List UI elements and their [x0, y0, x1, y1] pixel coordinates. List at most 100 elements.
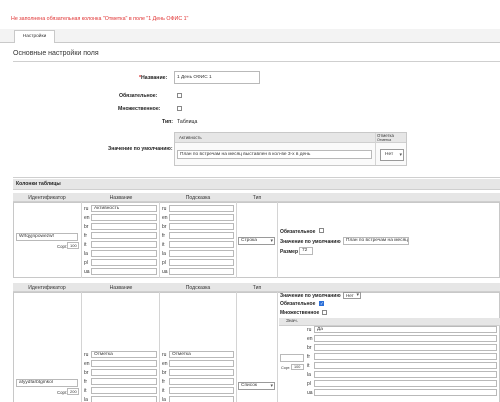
- row2-name-input-fr[interactable]: [91, 378, 157, 385]
- error-message: Не заполнена обязательная колонка "Отмет…: [11, 16, 189, 22]
- multiple-checkbox[interactable]: [177, 106, 182, 111]
- row1-divider-1: [81, 202, 82, 278]
- default-table-header: [175, 133, 406, 143]
- section-title: Основные настройки поля: [13, 50, 99, 57]
- row2-required-label: Обязательное: [280, 301, 316, 307]
- default-activity-input[interactable]: План по встречам на месяц выставлен в ко…: [177, 150, 372, 159]
- row2-hint-input-br[interactable]: [169, 369, 234, 376]
- values-header: [279, 318, 500, 326]
- default-table-divider: [375, 133, 376, 165]
- row1-required-checkbox[interactable]: [319, 228, 324, 233]
- col-header-hint: Подсказка: [185, 195, 211, 201]
- col2-header-identifier: Идентификатор: [28, 285, 66, 291]
- value-sort-input[interactable]: 100: [291, 364, 304, 370]
- name-label: *Название:: [139, 75, 168, 81]
- row2-name-input-ru[interactable]: Отметка: [91, 351, 157, 358]
- row2-hint-input-en[interactable]: [169, 360, 234, 367]
- row2-name-input-br[interactable]: [91, 369, 157, 376]
- row2-divider-3: [236, 292, 237, 402]
- value-input-la[interactable]: [314, 371, 497, 378]
- row1-hint-input-ru[interactable]: [169, 205, 234, 212]
- value-input-en[interactable]: [314, 335, 497, 342]
- row1-identifier-input[interactable]: Wrfqyjnpowezwf: [16, 233, 78, 241]
- row1-name-input-ru[interactable]: Активность: [91, 205, 157, 212]
- row2-divider-2: [159, 292, 160, 402]
- row1-size-input[interactable]: 72: [299, 247, 313, 255]
- multiple-label: Множественное:: [118, 106, 161, 112]
- row1-divider-3: [236, 202, 237, 278]
- row2-multiple-label: Множественное: [280, 310, 320, 316]
- value-sort-label: Сорт.: [281, 366, 291, 370]
- row2-default-select[interactable]: Нет: [343, 292, 361, 299]
- type-value: Таблица: [177, 119, 198, 125]
- col2-header-hint: Подсказка: [185, 285, 211, 291]
- row2-hint-input-fr[interactable]: [169, 378, 234, 385]
- row2-identifier-input[interactable]: afyydfarbtgmkol: [16, 379, 78, 387]
- value-input-br[interactable]: [314, 344, 497, 351]
- columns-section-title: Колонки таблицы: [16, 181, 61, 187]
- row1-default-label: Значение по умолчанию: [280, 239, 341, 245]
- row1-name-input-la[interactable]: [91, 250, 157, 257]
- row1-divider-2: [159, 202, 160, 278]
- value-input-ru[interactable]: Да: [314, 326, 497, 333]
- value-input-pl[interactable]: [314, 380, 497, 387]
- row1-name-input-en[interactable]: [91, 214, 157, 221]
- row1-required-label: Обязательное: [280, 229, 316, 235]
- row1-hint-input-it[interactable]: [169, 241, 234, 248]
- row2-type-select[interactable]: Список: [238, 382, 275, 390]
- row1-name-input-fr[interactable]: [91, 232, 157, 239]
- value-input-it[interactable]: [314, 362, 497, 369]
- values-header-label: Знач.: [286, 319, 298, 324]
- row2-divider-4: [277, 292, 278, 402]
- row2-name-input-la[interactable]: [91, 396, 157, 402]
- col-header-name: Название: [109, 195, 133, 201]
- section-divider: [13, 61, 500, 62]
- row1-sort-label: Сорт.: [57, 244, 68, 249]
- row2-sort-input[interactable]: 200: [67, 388, 79, 395]
- value-input-fr[interactable]: [314, 353, 497, 360]
- row2-multiple-checkbox[interactable]: [322, 310, 327, 315]
- tab-settings[interactable]: Настройки: [14, 30, 55, 43]
- name-input[interactable]: 1 День ОФИС 1: [174, 71, 260, 84]
- row2-name-input-it[interactable]: [91, 387, 157, 394]
- required-label: Обязательное:: [119, 93, 158, 99]
- row1-type-select[interactable]: Строка: [238, 237, 275, 245]
- row1-name-input-pl[interactable]: [91, 259, 157, 266]
- row2-hint-input-ru[interactable]: Отметка: [169, 351, 234, 358]
- row2-default-label: Значение по умолчанию: [280, 293, 341, 299]
- type-label: Тип:: [162, 119, 174, 125]
- row1-hint-input-pl[interactable]: [169, 259, 234, 266]
- row1-name-input-br[interactable]: [91, 223, 157, 230]
- row2-hint-input-it[interactable]: [169, 387, 234, 394]
- value-sort-input-blank[interactable]: [280, 354, 304, 362]
- row1-hint-input-la[interactable]: [169, 250, 234, 257]
- row1-name-input-it[interactable]: [91, 241, 157, 248]
- row1-hint-input-en[interactable]: [169, 214, 234, 221]
- row1-name-input-ua[interactable]: [91, 268, 157, 275]
- tab-strip: [0, 29, 500, 43]
- row2-sort-label: Сорт.: [57, 390, 68, 395]
- row1-hint-input-br[interactable]: [169, 223, 234, 230]
- default-label: Значение по умолчанию:: [108, 146, 173, 152]
- col2-header-type: Тип: [252, 285, 262, 291]
- row1-size-label: Размер: [280, 249, 299, 255]
- row1-default-input[interactable]: План по встречам на месяц: [343, 237, 409, 245]
- col-header-identifier: Идентификатор: [28, 195, 66, 201]
- col-header-type: Тип: [252, 195, 262, 201]
- default-mark-select[interactable]: Нет: [380, 149, 404, 161]
- value-input-ua[interactable]: [314, 389, 497, 396]
- default-col-mark-sub: Отметка: [377, 138, 392, 142]
- row1-sort-input[interactable]: 100: [67, 242, 79, 249]
- row2-hint-input-la[interactable]: [169, 396, 234, 402]
- row1-divider-4: [277, 202, 278, 278]
- columns-divider: [13, 177, 500, 178]
- row2-required-checkbox[interactable]: [319, 301, 324, 307]
- row1-hint-input-fr[interactable]: [169, 232, 234, 239]
- row2-divider-1: [81, 292, 82, 402]
- row1-hint-input-ua[interactable]: [169, 268, 234, 275]
- columns-section-header: [13, 179, 500, 190]
- col2-header-name: Название: [109, 285, 133, 291]
- required-checkbox[interactable]: [177, 93, 182, 98]
- top-bar: [0, 0, 500, 30]
- row2-name-input-en[interactable]: [91, 360, 157, 367]
